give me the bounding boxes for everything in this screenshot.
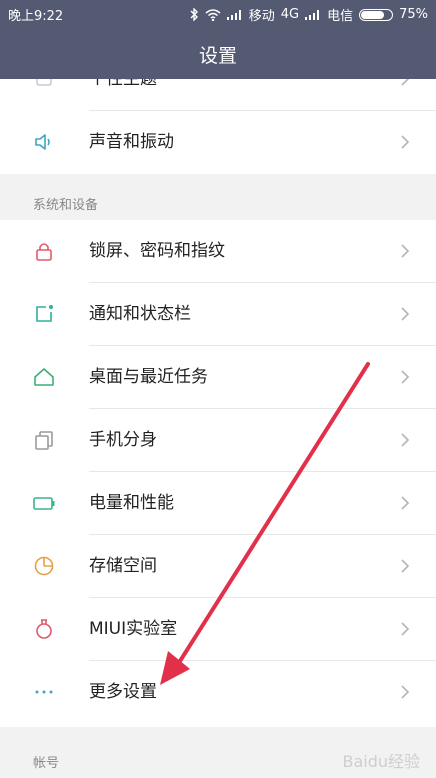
- header-bar: 晚上9:22 移动 4G 电信 75% 设置: [0, 0, 436, 79]
- wifi-icon: [205, 8, 221, 21]
- battery-fill: [361, 10, 384, 19]
- watermark: Baidu经验: [342, 752, 420, 771]
- battery-percent: 75%: [399, 7, 428, 22]
- signal-icon: [226, 9, 243, 20]
- annotation-arrow: [160, 362, 370, 685]
- status-time: 晚上9:22: [8, 9, 64, 24]
- carrier1-label: 移动: [248, 9, 275, 24]
- settings-list[interactable]: 个性主题 声音和振动 系统和设备 锁屏、密码和指纹 通知和状态栏 桌面与最近任务: [0, 79, 436, 778]
- status-bar: 晚上9:22 移动 4G 电信 75%: [0, 0, 436, 26]
- carrier2-label: 电信: [327, 9, 354, 24]
- network-label: 4G: [280, 7, 300, 22]
- status-right: 移动 4G 电信 75%: [189, 5, 428, 24]
- page-title: 设置: [198, 45, 237, 67]
- signal2-icon: [305, 9, 321, 20]
- battery-icon: [359, 8, 394, 21]
- bluetooth-icon: [190, 8, 198, 21]
